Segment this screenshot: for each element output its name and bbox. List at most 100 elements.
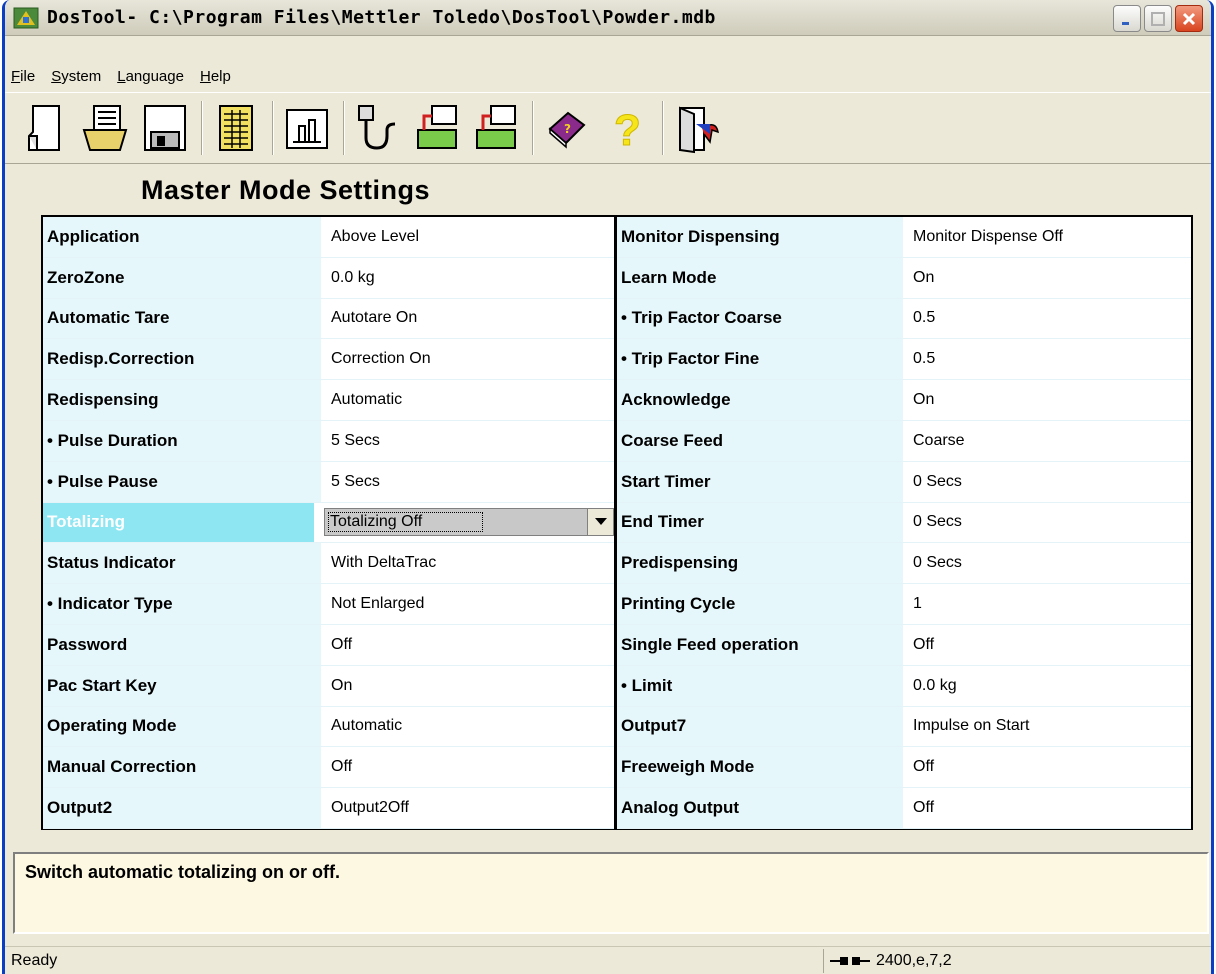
setting-value[interactable]: Output2Off xyxy=(321,788,614,828)
setting-value[interactable]: Correction On xyxy=(321,339,614,380)
settings-row[interactable]: Printing Cycle 1 xyxy=(617,584,1191,625)
settings-row-selected[interactable]: Totalizing Totalizing Off xyxy=(43,502,614,544)
dropdown-arrow-button[interactable] xyxy=(587,509,613,536)
spreadsheet-icon xyxy=(219,105,253,151)
toolbar-separator xyxy=(532,101,534,155)
setting-value[interactable]: Monitor Dispense Off xyxy=(903,217,1191,257)
window-title: DosTool- C:\Program Files\Mettler Toledo… xyxy=(47,7,716,28)
settings-row[interactable]: Learn Mode On xyxy=(617,257,1191,299)
connection-button[interactable] xyxy=(350,100,406,156)
spreadsheet-button[interactable] xyxy=(208,100,264,156)
open-button[interactable] xyxy=(78,100,134,156)
setting-value[interactable]: Autotare On xyxy=(321,298,614,339)
save-button[interactable] xyxy=(137,100,193,156)
download-button[interactable] xyxy=(468,100,524,156)
settings-row[interactable]: Output2 Output2Off xyxy=(43,788,614,829)
settings-row[interactable]: Redispensing Automatic xyxy=(43,380,614,421)
settings-row[interactable]: Operating Mode Automatic xyxy=(43,706,614,748)
upload-to-device-icon xyxy=(417,105,457,149)
settings-row[interactable]: Single Feed operation Off xyxy=(617,624,1191,666)
close-icon xyxy=(1182,12,1196,25)
setting-value[interactable]: 0.0 kg xyxy=(321,257,614,298)
setting-value[interactable]: Automatic xyxy=(321,706,614,747)
settings-row[interactable]: • Limit 0.0 kg xyxy=(617,665,1191,707)
settings-row[interactable]: Redisp.Correction Correction On xyxy=(43,339,614,381)
scale-button[interactable] xyxy=(279,100,335,156)
settings-row[interactable]: • Indicator Type Not Enlarged xyxy=(43,584,614,625)
menu-help[interactable]: Help xyxy=(200,68,231,85)
open-folder-icon xyxy=(82,105,128,151)
settings-row[interactable]: Monitor Dispensing Monitor Dispense Off xyxy=(617,217,1191,258)
setting-value[interactable]: Off xyxy=(321,747,614,788)
title-bar[interactable]: DosTool- C:\Program Files\Mettler Toledo… xyxy=(5,0,1211,36)
setting-value[interactable]: Above Level xyxy=(321,217,614,257)
settings-row[interactable]: ZeroZone 0.0 kg xyxy=(43,257,614,299)
maximize-button[interactable] xyxy=(1144,5,1172,32)
setting-label: Password xyxy=(43,624,321,665)
setting-value[interactable]: Automatic xyxy=(321,380,614,420)
help-book-button[interactable]: ? xyxy=(539,100,595,156)
setting-label: Analog Output xyxy=(617,788,903,828)
settings-row[interactable]: Start Timer 0 Secs xyxy=(617,461,1191,503)
setting-label: Automatic Tare xyxy=(43,298,321,339)
settings-row[interactable]: Manual Correction Off xyxy=(43,747,614,789)
setting-value[interactable]: Off xyxy=(903,747,1191,788)
settings-row[interactable]: • Trip Factor Coarse 0.5 xyxy=(617,298,1191,340)
upload-button[interactable] xyxy=(409,100,465,156)
app-icon xyxy=(13,7,39,29)
setting-value[interactable]: Off xyxy=(903,788,1191,828)
menu-file[interactable]: File xyxy=(11,68,35,85)
setting-label: Application xyxy=(43,217,321,257)
settings-row[interactable]: Analog Output Off xyxy=(617,788,1191,829)
setting-value[interactable]: On xyxy=(903,257,1191,298)
setting-value[interactable]: Not Enlarged xyxy=(321,584,614,624)
settings-row[interactable]: • Trip Factor Fine 0.5 xyxy=(617,339,1191,381)
menu-language[interactable]: Language xyxy=(117,68,184,85)
minimize-button[interactable] xyxy=(1113,5,1141,32)
new-button[interactable] xyxy=(19,100,75,156)
setting-value[interactable]: 1 xyxy=(903,584,1191,624)
settings-row[interactable]: Application Above Level xyxy=(43,217,614,258)
settings-row[interactable]: Pac Start Key On xyxy=(43,665,614,707)
settings-row[interactable]: Acknowledge On xyxy=(617,380,1191,421)
settings-row[interactable]: Coarse Feed Coarse xyxy=(617,420,1191,462)
exit-button[interactable] xyxy=(669,100,725,156)
setting-value[interactable]: Coarse xyxy=(903,420,1191,461)
setting-value[interactable]: 0.5 xyxy=(903,339,1191,380)
port-settings-text: 2400,e,7,2 xyxy=(876,952,952,969)
settings-row[interactable]: • Pulse Duration 5 Secs xyxy=(43,420,614,462)
menu-system[interactable]: System xyxy=(51,68,101,85)
setting-value[interactable]: Impulse on Start xyxy=(903,706,1191,747)
setting-value[interactable]: 0 Secs xyxy=(903,502,1191,543)
setting-value[interactable]: 0.5 xyxy=(903,298,1191,339)
toolbar: ? ? xyxy=(5,92,1211,164)
setting-value[interactable]: 0.0 kg xyxy=(903,665,1191,706)
settings-row[interactable]: • Pulse Pause 5 Secs xyxy=(43,461,614,503)
setting-value[interactable]: Off xyxy=(903,624,1191,665)
close-button[interactable] xyxy=(1175,5,1203,32)
status-text: Ready xyxy=(11,951,58,969)
totalizing-dropdown[interactable]: Totalizing Off xyxy=(324,508,614,537)
question-mark-icon: ? xyxy=(614,106,642,154)
setting-value[interactable]: 5 Secs xyxy=(321,420,614,461)
settings-row[interactable]: Predispensing 0 Secs xyxy=(617,543,1191,585)
setting-value[interactable]: On xyxy=(903,380,1191,420)
settings-row[interactable]: Output7 Impulse on Start xyxy=(617,706,1191,748)
setting-value[interactable]: With DeltaTrac xyxy=(321,543,614,584)
setting-value[interactable]: 0 Secs xyxy=(903,543,1191,584)
settings-row[interactable]: Freeweigh Mode Off xyxy=(617,747,1191,789)
settings-row[interactable]: Status Indicator With DeltaTrac xyxy=(43,543,614,585)
setting-value-cell: Totalizing Off xyxy=(314,502,614,543)
settings-row[interactable]: End Timer 0 Secs xyxy=(617,502,1191,544)
new-document-icon xyxy=(28,105,60,151)
settings-row[interactable]: Automatic Tare Autotare On xyxy=(43,298,614,340)
setting-label: Operating Mode xyxy=(43,706,321,747)
question-button[interactable]: ? xyxy=(598,100,654,156)
setting-label: • Trip Factor Fine xyxy=(617,339,903,380)
settings-row[interactable]: Password Off xyxy=(43,624,614,666)
setting-value[interactable]: Off xyxy=(321,624,614,665)
setting-value[interactable]: 5 Secs xyxy=(321,461,614,502)
setting-label: • Limit xyxy=(617,665,903,706)
setting-value[interactable]: 0 Secs xyxy=(903,461,1191,502)
setting-value[interactable]: On xyxy=(321,665,614,706)
